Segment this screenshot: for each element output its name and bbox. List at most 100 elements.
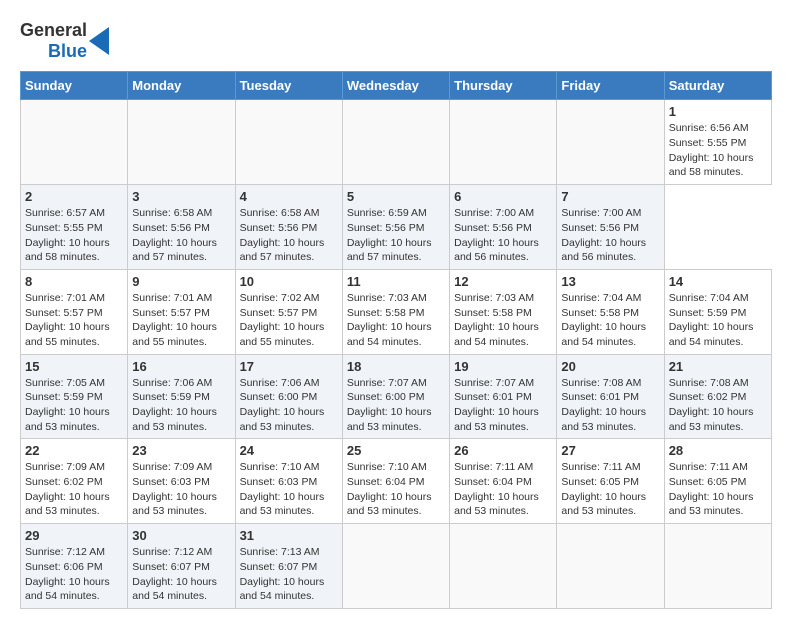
calendar-day-cell: 31 Sunrise: 7:13 AMSunset: 6:07 PMDaylig… bbox=[235, 524, 342, 609]
empty-cell bbox=[128, 100, 235, 185]
header-wednesday: Wednesday bbox=[342, 72, 449, 100]
day-info: Sunrise: 6:58 AMSunset: 5:56 PMDaylight:… bbox=[132, 206, 230, 265]
calendar-day-cell: 10 Sunrise: 7:02 AMSunset: 5:57 PMDaylig… bbox=[235, 269, 342, 354]
logo-text-general: General bbox=[20, 20, 87, 41]
day-number: 25 bbox=[347, 443, 445, 458]
calendar-day-cell: 11 Sunrise: 7:03 AMSunset: 5:58 PMDaylig… bbox=[342, 269, 449, 354]
empty-cell bbox=[557, 524, 664, 609]
day-info: Sunrise: 6:58 AMSunset: 5:56 PMDaylight:… bbox=[240, 206, 338, 265]
header-sunday: Sunday bbox=[21, 72, 128, 100]
day-info: Sunrise: 7:13 AMSunset: 6:07 PMDaylight:… bbox=[240, 545, 338, 604]
empty-cell bbox=[450, 524, 557, 609]
calendar-day-cell: 30 Sunrise: 7:12 AMSunset: 6:07 PMDaylig… bbox=[128, 524, 235, 609]
calendar-day-cell: 5 Sunrise: 6:59 AMSunset: 5:56 PMDayligh… bbox=[342, 185, 449, 270]
day-number: 29 bbox=[25, 528, 123, 543]
day-number: 31 bbox=[240, 528, 338, 543]
day-number: 4 bbox=[240, 189, 338, 204]
day-number: 26 bbox=[454, 443, 552, 458]
calendar-day-cell: 19 Sunrise: 7:07 AMSunset: 6:01 PMDaylig… bbox=[450, 354, 557, 439]
day-number: 8 bbox=[25, 274, 123, 289]
day-info: Sunrise: 7:07 AMSunset: 6:00 PMDaylight:… bbox=[347, 376, 445, 435]
day-info: Sunrise: 7:08 AMSunset: 6:02 PMDaylight:… bbox=[669, 376, 767, 435]
calendar-day-cell: 6 Sunrise: 7:00 AMSunset: 5:56 PMDayligh… bbox=[450, 185, 557, 270]
calendar-day-cell: 25 Sunrise: 7:10 AMSunset: 6:04 PMDaylig… bbox=[342, 439, 449, 524]
header-saturday: Saturday bbox=[664, 72, 771, 100]
day-info: Sunrise: 7:11 AMSunset: 6:05 PMDaylight:… bbox=[561, 460, 659, 519]
day-number: 10 bbox=[240, 274, 338, 289]
header-thursday: Thursday bbox=[450, 72, 557, 100]
calendar-table: SundayMondayTuesdayWednesdayThursdayFrid… bbox=[20, 71, 772, 609]
day-number: 3 bbox=[132, 189, 230, 204]
day-info: Sunrise: 7:11 AMSunset: 6:05 PMDaylight:… bbox=[669, 460, 767, 519]
logo-text-blue: Blue bbox=[48, 41, 87, 62]
day-number: 19 bbox=[454, 359, 552, 374]
calendar-day-cell: 12 Sunrise: 7:03 AMSunset: 5:58 PMDaylig… bbox=[450, 269, 557, 354]
day-info: Sunrise: 7:06 AMSunset: 6:00 PMDaylight:… bbox=[240, 376, 338, 435]
calendar-week-row: 22 Sunrise: 7:09 AMSunset: 6:02 PMDaylig… bbox=[21, 439, 772, 524]
day-number: 28 bbox=[669, 443, 767, 458]
logo: General Blue bbox=[20, 20, 109, 61]
calendar-day-cell: 1 Sunrise: 6:56 AMSunset: 5:55 PMDayligh… bbox=[664, 100, 771, 185]
day-number: 30 bbox=[132, 528, 230, 543]
day-info: Sunrise: 7:05 AMSunset: 5:59 PMDaylight:… bbox=[25, 376, 123, 435]
calendar-day-cell: 15 Sunrise: 7:05 AMSunset: 5:59 PMDaylig… bbox=[21, 354, 128, 439]
day-info: Sunrise: 7:11 AMSunset: 6:04 PMDaylight:… bbox=[454, 460, 552, 519]
day-number: 11 bbox=[347, 274, 445, 289]
day-number: 5 bbox=[347, 189, 445, 204]
calendar-day-cell: 21 Sunrise: 7:08 AMSunset: 6:02 PMDaylig… bbox=[664, 354, 771, 439]
day-info: Sunrise: 7:03 AMSunset: 5:58 PMDaylight:… bbox=[454, 291, 552, 350]
calendar-day-cell: 20 Sunrise: 7:08 AMSunset: 6:01 PMDaylig… bbox=[557, 354, 664, 439]
empty-cell bbox=[21, 100, 128, 185]
day-number: 17 bbox=[240, 359, 338, 374]
day-number: 7 bbox=[561, 189, 659, 204]
calendar-day-cell: 17 Sunrise: 7:06 AMSunset: 6:00 PMDaylig… bbox=[235, 354, 342, 439]
calendar-day-cell: 9 Sunrise: 7:01 AMSunset: 5:57 PMDayligh… bbox=[128, 269, 235, 354]
day-number: 15 bbox=[25, 359, 123, 374]
logo-arrow-icon bbox=[89, 27, 109, 55]
day-info: Sunrise: 7:09 AMSunset: 6:03 PMDaylight:… bbox=[132, 460, 230, 519]
calendar-day-cell: 29 Sunrise: 7:12 AMSunset: 6:06 PMDaylig… bbox=[21, 524, 128, 609]
calendar-week-row: 8 Sunrise: 7:01 AMSunset: 5:57 PMDayligh… bbox=[21, 269, 772, 354]
day-number: 22 bbox=[25, 443, 123, 458]
day-info: Sunrise: 7:12 AMSunset: 6:07 PMDaylight:… bbox=[132, 545, 230, 604]
day-info: Sunrise: 6:59 AMSunset: 5:56 PMDaylight:… bbox=[347, 206, 445, 265]
header-friday: Friday bbox=[557, 72, 664, 100]
day-info: Sunrise: 7:04 AMSunset: 5:59 PMDaylight:… bbox=[669, 291, 767, 350]
calendar-day-cell: 26 Sunrise: 7:11 AMSunset: 6:04 PMDaylig… bbox=[450, 439, 557, 524]
logo-graphic: General Blue bbox=[20, 20, 109, 61]
day-number: 24 bbox=[240, 443, 338, 458]
calendar-day-cell: 14 Sunrise: 7:04 AMSunset: 5:59 PMDaylig… bbox=[664, 269, 771, 354]
empty-cell bbox=[557, 100, 664, 185]
day-info: Sunrise: 6:57 AMSunset: 5:55 PMDaylight:… bbox=[25, 206, 123, 265]
day-info: Sunrise: 7:10 AMSunset: 6:04 PMDaylight:… bbox=[347, 460, 445, 519]
header-monday: Monday bbox=[128, 72, 235, 100]
day-number: 6 bbox=[454, 189, 552, 204]
page-header: General Blue bbox=[20, 20, 772, 61]
calendar-week-row: 2 Sunrise: 6:57 AMSunset: 5:55 PMDayligh… bbox=[21, 185, 772, 270]
day-info: Sunrise: 7:04 AMSunset: 5:58 PMDaylight:… bbox=[561, 291, 659, 350]
calendar-week-row: 29 Sunrise: 7:12 AMSunset: 6:06 PMDaylig… bbox=[21, 524, 772, 609]
day-info: Sunrise: 7:06 AMSunset: 5:59 PMDaylight:… bbox=[132, 376, 230, 435]
header-tuesday: Tuesday bbox=[235, 72, 342, 100]
day-number: 20 bbox=[561, 359, 659, 374]
calendar-day-cell: 28 Sunrise: 7:11 AMSunset: 6:05 PMDaylig… bbox=[664, 439, 771, 524]
day-number: 1 bbox=[669, 104, 767, 119]
day-info: Sunrise: 7:08 AMSunset: 6:01 PMDaylight:… bbox=[561, 376, 659, 435]
calendar-day-cell: 2 Sunrise: 6:57 AMSunset: 5:55 PMDayligh… bbox=[21, 185, 128, 270]
day-info: Sunrise: 7:09 AMSunset: 6:02 PMDaylight:… bbox=[25, 460, 123, 519]
day-info: Sunrise: 7:00 AMSunset: 5:56 PMDaylight:… bbox=[454, 206, 552, 265]
day-info: Sunrise: 7:00 AMSunset: 5:56 PMDaylight:… bbox=[561, 206, 659, 265]
day-info: Sunrise: 7:07 AMSunset: 6:01 PMDaylight:… bbox=[454, 376, 552, 435]
calendar-week-row: 1 Sunrise: 6:56 AMSunset: 5:55 PMDayligh… bbox=[21, 100, 772, 185]
day-number: 12 bbox=[454, 274, 552, 289]
day-number: 9 bbox=[132, 274, 230, 289]
calendar-header-row: SundayMondayTuesdayWednesdayThursdayFrid… bbox=[21, 72, 772, 100]
day-number: 16 bbox=[132, 359, 230, 374]
day-info: Sunrise: 7:02 AMSunset: 5:57 PMDaylight:… bbox=[240, 291, 338, 350]
day-number: 13 bbox=[561, 274, 659, 289]
day-number: 18 bbox=[347, 359, 445, 374]
calendar-day-cell: 24 Sunrise: 7:10 AMSunset: 6:03 PMDaylig… bbox=[235, 439, 342, 524]
empty-cell bbox=[342, 524, 449, 609]
day-number: 2 bbox=[25, 189, 123, 204]
calendar-day-cell: 22 Sunrise: 7:09 AMSunset: 6:02 PMDaylig… bbox=[21, 439, 128, 524]
